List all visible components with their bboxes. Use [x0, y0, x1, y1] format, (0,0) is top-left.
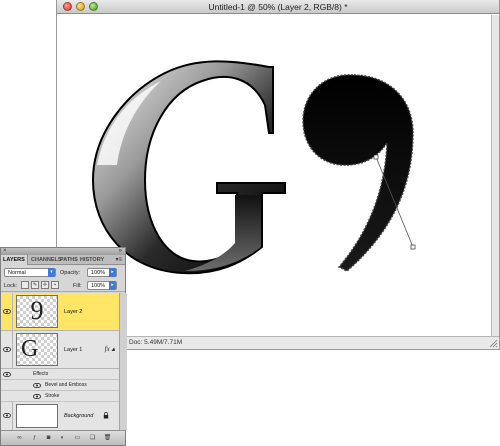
link-layers-icon[interactable]: ∞ [15, 434, 24, 442]
adjustment-layer-icon[interactable]: ◐ [58, 434, 67, 442]
layer-thumbnail [16, 404, 58, 428]
layer-row-background[interactable]: Background [1, 402, 119, 430]
eye-icon [3, 347, 11, 352]
fill-label: Fill: [73, 283, 82, 289]
lock-image-pixels-icon[interactable]: ✎ [31, 281, 39, 289]
layer-thumbnail: 9 [16, 295, 58, 328]
delete-layer-icon[interactable]: 🗑 [103, 434, 112, 442]
thumbnail-glyph: 9 [30, 296, 44, 325]
layer-row-layer-1[interactable]: G Layer 1 fx ▴ [1, 331, 119, 369]
effect-label: Stroke [45, 393, 60, 399]
visibility-toggle[interactable] [1, 293, 13, 330]
chevron-right-icon: ▸ [109, 268, 116, 277]
chevron-right-icon: ▸ [109, 281, 116, 290]
blend-mode-select[interactable]: Normal ▾ [4, 268, 56, 277]
eye-icon[interactable] [3, 372, 11, 377]
lock-label: Lock: [4, 283, 18, 289]
eye-icon[interactable] [33, 383, 41, 388]
letter-g-shape [91, 60, 286, 275]
opacity-field[interactable]: 100% ▸ [87, 268, 117, 277]
effects-label: Effects [33, 371, 49, 377]
title-bar[interactable]: Untitled-1 @ 50% (Layer 2, RGB/8) * [57, 0, 499, 14]
digit-9-shape [302, 74, 414, 272]
visibility-toggle[interactable] [1, 331, 13, 368]
layer-thumbnail: G [16, 333, 58, 366]
collapse-panel-icon[interactable]: » [119, 248, 122, 255]
effect-label: Bevel and Emboss [45, 382, 87, 388]
lock-fill-row: Lock: ✎ ✛ ▪ Fill: 100% ▸ [1, 280, 125, 292]
add-mask-icon[interactable]: ◙ [44, 434, 53, 442]
visibility-toggle[interactable] [1, 402, 13, 430]
layer-row-layer-2[interactable]: 9 Layer 2 [1, 293, 119, 331]
lock-all-icon[interactable]: ▪ [51, 281, 59, 289]
tab-layers[interactable]: LAYERS [1, 255, 28, 265]
new-group-icon[interactable]: ▭ [73, 434, 82, 442]
layer-name[interactable]: Layer 2 [64, 309, 82, 315]
layers-scrollbar[interactable] [119, 293, 127, 430]
panel-menu-icon[interactable]: ▾≡ [115, 256, 122, 263]
vertical-scrollbar[interactable] [491, 15, 499, 337]
add-layer-style-icon[interactable]: ƒ [30, 434, 39, 442]
blend-opacity-row: Normal ▾ Opacity: 100% ▸ [1, 266, 125, 278]
layer-name[interactable]: Layer 1 [64, 347, 82, 353]
eye-icon [3, 413, 11, 418]
document-size-info[interactable]: Doc: 5.49M/7.71M [129, 339, 182, 346]
new-layer-icon[interactable]: ❏ [88, 434, 97, 442]
panel-header-bar[interactable]: × » [1, 248, 125, 255]
resize-grip-icon[interactable] [488, 338, 498, 348]
effects-row[interactable]: Effects [1, 369, 119, 380]
effect-row-bevel[interactable]: Bevel and Emboss [1, 380, 119, 391]
chevron-down-icon: ▾ [48, 268, 55, 277]
blend-mode-value: Normal [8, 270, 26, 276]
opacity-value: 100% [91, 270, 106, 276]
eye-icon[interactable] [33, 394, 41, 399]
layers-list: 9 Layer 2 G Layer 1 fx ▴ Effects Bevel a… [1, 293, 127, 430]
effect-row-stroke[interactable]: Stroke [1, 391, 119, 402]
tab-paths[interactable]: PATHS [58, 255, 80, 265]
close-panel-icon[interactable]: × [3, 248, 7, 255]
eye-icon [3, 309, 11, 314]
document-title: Untitled-1 @ 50% (Layer 2, RGB/8) * [208, 2, 348, 12]
opacity-label: Opacity: [60, 270, 81, 276]
fill-value: 100% [91, 283, 106, 289]
lock-transparent-pixels-icon[interactable] [21, 281, 29, 289]
layers-panel: × » LAYERS CHANNELS PATHS HISTORY ▾≡ Nor… [0, 247, 127, 446]
layer-name[interactable]: Background [64, 413, 93, 419]
fx-badge[interactable]: fx ▴ [105, 345, 115, 353]
panel-tabs: LAYERS CHANNELS PATHS HISTORY ▾≡ [1, 255, 125, 265]
thumbnail-glyph: G [21, 336, 39, 362]
fill-field[interactable]: 100% ▸ [87, 281, 117, 290]
panel-footer: ∞ ƒ ◙ ◐ ▭ ❏ 🗑 [1, 430, 125, 445]
tab-history[interactable]: HISTORY [78, 255, 106, 265]
lock-position-icon[interactable]: ✛ [41, 281, 49, 289]
fx-label: fx [104, 345, 110, 353]
lock-icon [103, 412, 109, 419]
